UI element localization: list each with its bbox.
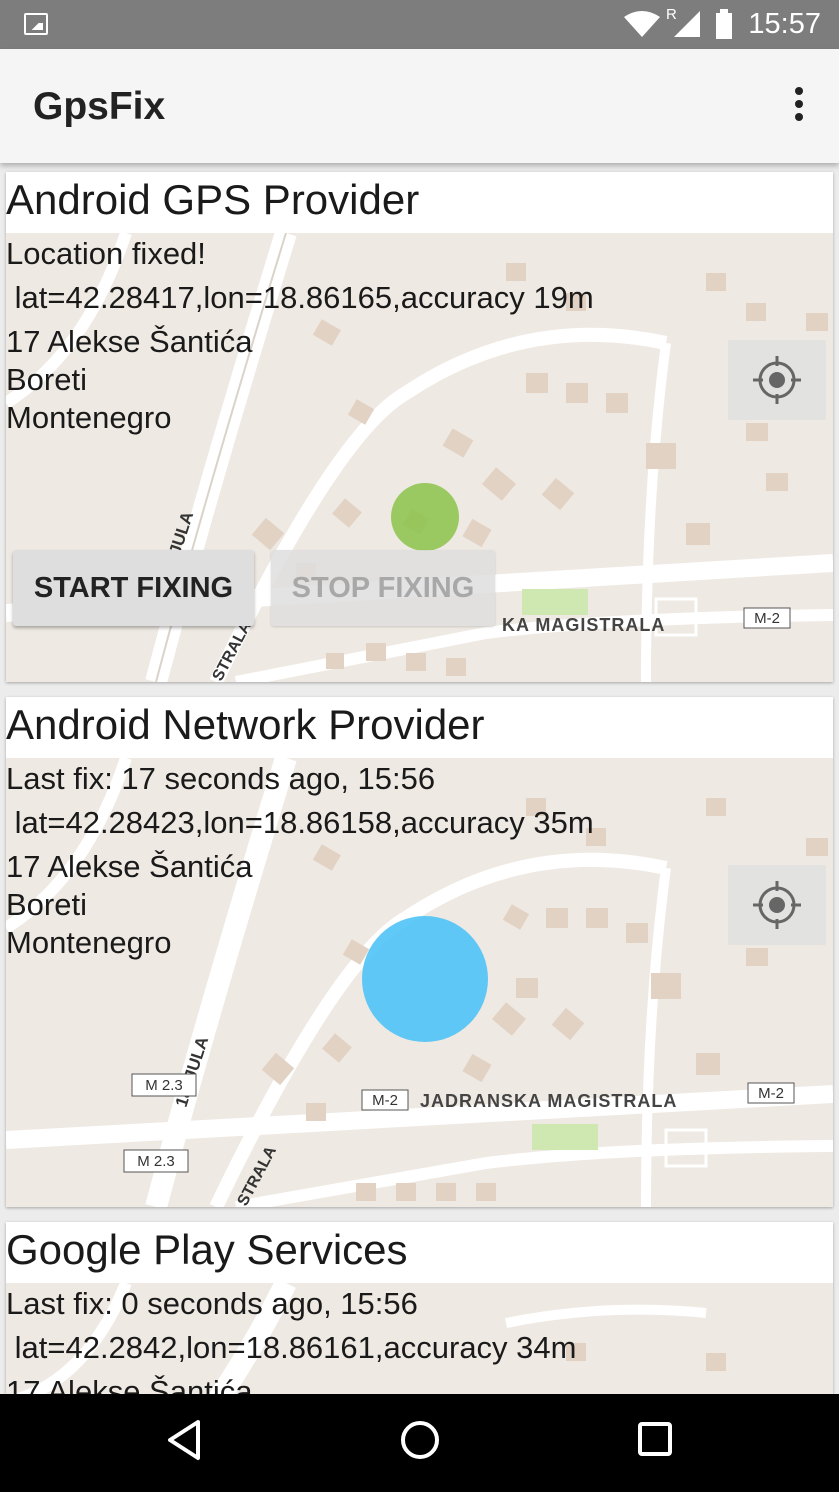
coordinates: lat=42.2842,lon=18.86161,accuracy 34m [6, 1330, 577, 1365]
recents-icon[interactable] [636, 1418, 676, 1462]
fix-status: Last fix: 0 seconds ago, 15:56 [6, 1286, 418, 1321]
gps-provider-card: Android GPS Provider 18. JULA KA MAGISTR… [6, 172, 833, 682]
location-info: Location fixed! lat=42.28417,lon=18.8616… [6, 235, 594, 437]
road-label-m23-lower: M 2.3 [137, 1153, 175, 1170]
wifi-icon [624, 11, 660, 37]
stop-fixing-button[interactable]: STOP FIXING [271, 550, 495, 626]
start-fixing-button[interactable]: START FIXING [13, 550, 254, 626]
road-label-magistrala: KA MAGISTRALA [502, 615, 665, 635]
road-label-strala: STRALA [210, 618, 256, 682]
my-location-button[interactable] [728, 340, 826, 420]
card-title: Google Play Services [6, 1226, 408, 1273]
coordinates: lat=42.28423,lon=18.86158,accuracy 35m [6, 805, 594, 840]
road-label-m2: M-2 [754, 610, 780, 627]
address-street: 17 Alekse Šantića [6, 849, 253, 884]
location-info: Last fix: 0 seconds ago, 15:56 lat=42.28… [6, 1285, 576, 1394]
road-label-jadranska: JADRANSKA MAGISTRALA [420, 1091, 677, 1111]
road-label-m2-left: M-2 [372, 1092, 398, 1109]
location-info: Last fix: 17 seconds ago, 15:56 lat=42.2… [6, 760, 594, 962]
network-provider-card: Android Network Provider 18. JULA M 2.3 … [6, 697, 833, 1207]
app-title: GpsFix [33, 85, 166, 128]
overflow-menu-icon[interactable] [789, 87, 809, 127]
google-play-services-card: Google Play Services Last fix: 0 seconds… [6, 1222, 833, 1394]
home-icon[interactable] [398, 1418, 442, 1462]
status-bar: R 15:57 [0, 0, 839, 49]
fix-status: Location fixed! [6, 236, 206, 271]
crosshair-icon [753, 356, 801, 404]
back-icon[interactable] [164, 1418, 204, 1462]
road-label-m2: M-2 [758, 1085, 784, 1102]
road-label-m23: M 2.3 [145, 1077, 183, 1094]
fix-status: Last fix: 17 seconds ago, 15:56 [6, 761, 436, 796]
address-street: 17 Alekse Šantića [6, 324, 253, 359]
image-notification-icon [24, 13, 48, 35]
address-country: Montenegro [6, 400, 172, 435]
gps-accuracy-circle [391, 483, 459, 551]
address-city: Boreti [6, 362, 87, 397]
cell-signal-icon [674, 11, 700, 37]
address-city: Boreti [6, 887, 87, 922]
navigation-bar [0, 1394, 839, 1492]
crosshair-icon [753, 881, 801, 929]
status-time: 15:57 [748, 8, 821, 40]
coordinates: lat=42.28417,lon=18.86165,accuracy 19m [6, 280, 594, 315]
card-title: Android GPS Provider [6, 176, 420, 223]
battery-icon [716, 9, 732, 39]
app-bar: GpsFix [0, 49, 839, 163]
address-country: Montenegro [6, 925, 172, 960]
card-title: Android Network Provider [6, 701, 485, 748]
road-label-jula: 18. JULA [172, 1034, 213, 1109]
my-location-button[interactable] [728, 865, 826, 945]
address-street: 17 Alekse Šantića [6, 1374, 253, 1394]
